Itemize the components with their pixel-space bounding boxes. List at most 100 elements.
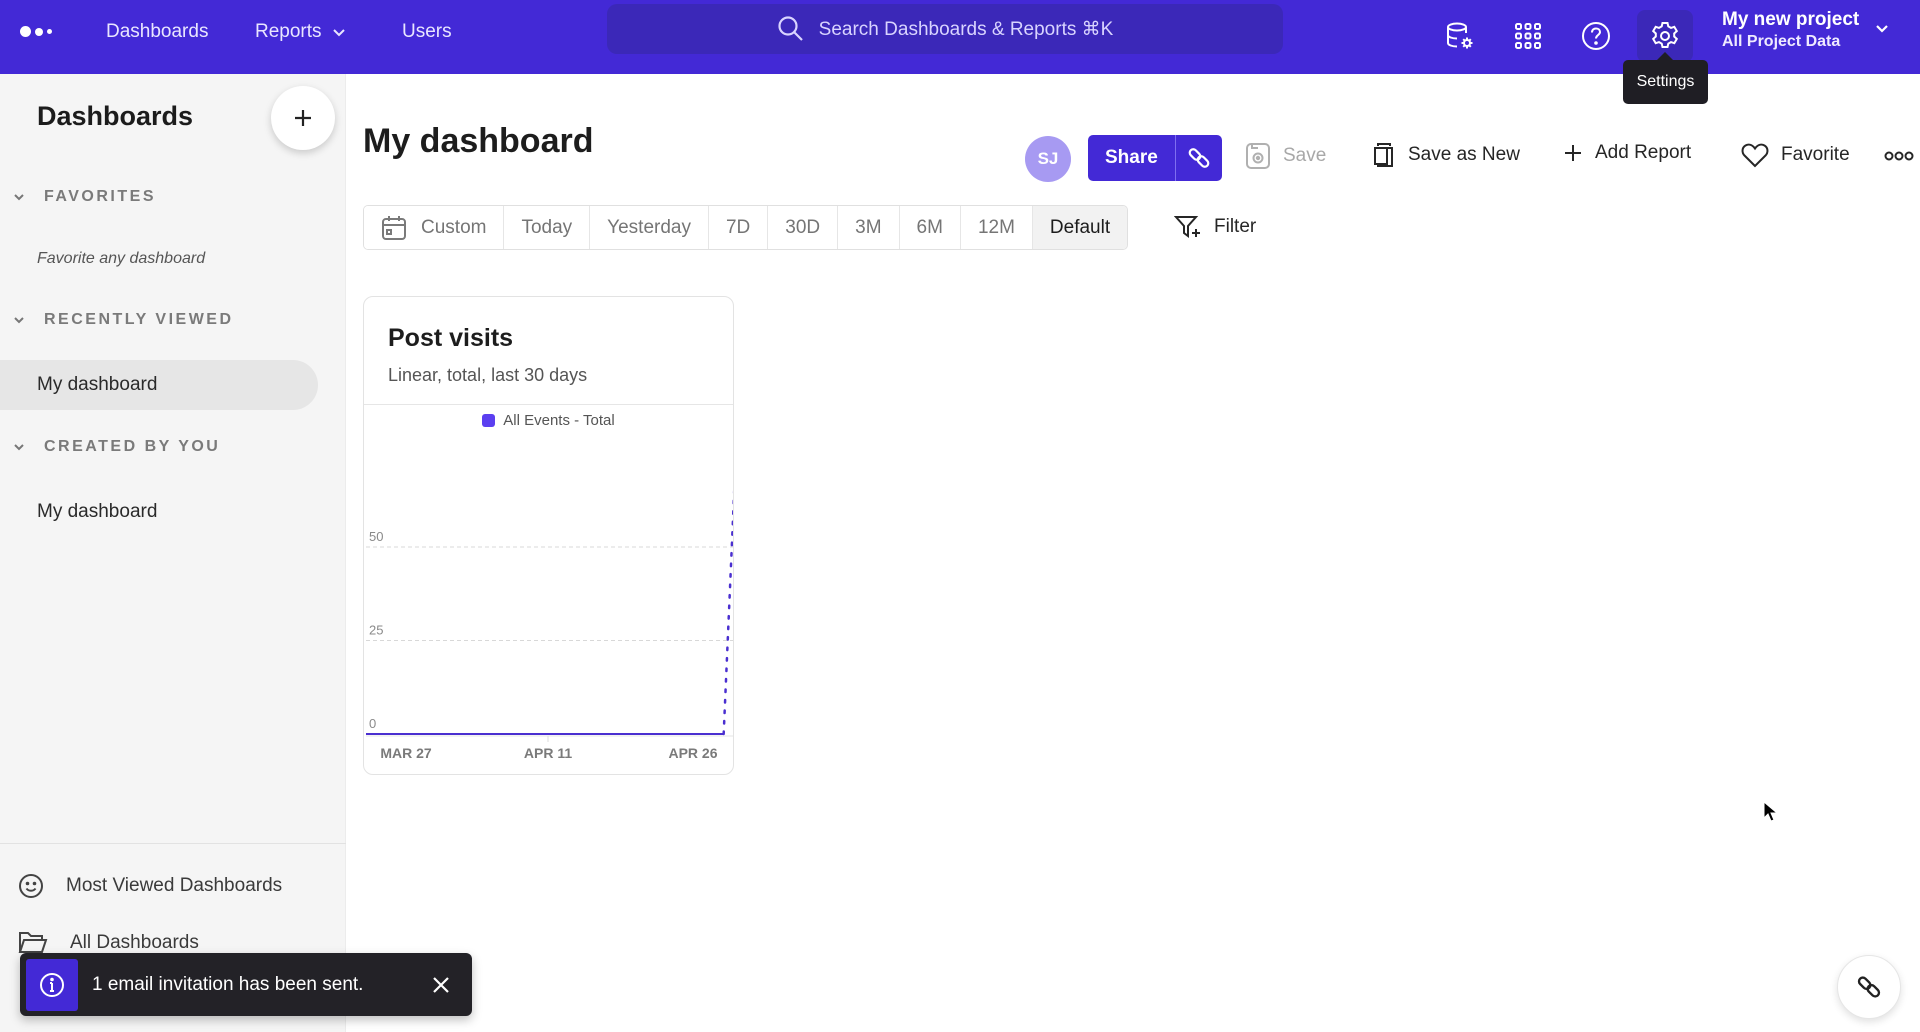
range-12m[interactable]: 12M bbox=[960, 206, 1033, 249]
chevron-down-icon[interactable] bbox=[1874, 22, 1890, 34]
page-title[interactable]: My dashboard bbox=[363, 122, 593, 161]
range-3m[interactable]: 3M bbox=[838, 206, 900, 249]
info-icon bbox=[26, 958, 78, 1011]
favorite-button[interactable]: Favorite bbox=[1741, 142, 1850, 168]
range-7d[interactable]: 7D bbox=[708, 206, 769, 249]
favorite-label: Favorite bbox=[1781, 144, 1850, 165]
smiley-icon bbox=[18, 873, 44, 899]
project-subtitle: All Project Data bbox=[1722, 33, 1841, 50]
share-button[interactable]: Share bbox=[1088, 135, 1175, 181]
save-button[interactable]: Save bbox=[1245, 142, 1326, 170]
save-as-new-label: Save as New bbox=[1408, 144, 1520, 165]
x-tick-label: APR 11 bbox=[524, 745, 572, 761]
toast-notification: 1 email invitation has been sent. bbox=[20, 953, 472, 1016]
search-icon bbox=[777, 15, 805, 43]
y-tick-label: 0 bbox=[369, 716, 376, 731]
date-range-selector: Custom Today Yesterday 7D 30D 3M 6M 12M … bbox=[363, 205, 1129, 250]
copy-icon bbox=[1372, 142, 1396, 168]
project-name: My new project bbox=[1722, 9, 1860, 30]
help-icon[interactable] bbox=[1568, 10, 1624, 62]
nav-reports[interactable]: Reports bbox=[255, 20, 346, 44]
section-label: FAVORITES bbox=[44, 188, 156, 205]
sidebar-item-label: My dashboard bbox=[37, 501, 158, 522]
sidebar-title: Dashboards bbox=[37, 101, 194, 131]
section-favorites[interactable]: FAVORITES bbox=[12, 188, 156, 206]
mouse-cursor bbox=[1763, 801, 1779, 823]
avatar-initials: SJ bbox=[1037, 149, 1059, 168]
section-created-by-you[interactable]: CREATED BY YOU bbox=[12, 438, 220, 456]
chevron-down-icon bbox=[332, 27, 346, 37]
close-icon[interactable] bbox=[432, 976, 450, 994]
link-icon bbox=[1855, 973, 1883, 1001]
filter-add-icon bbox=[1174, 214, 1204, 240]
heart-icon bbox=[1741, 142, 1769, 168]
range-30d[interactable]: 30D bbox=[768, 206, 839, 249]
link-icon bbox=[1186, 145, 1212, 171]
copy-link-button[interactable] bbox=[1174, 135, 1222, 181]
x-tick-label: APR 26 bbox=[668, 745, 717, 761]
apps-grid-icon[interactable] bbox=[1500, 10, 1556, 62]
data-settings-icon[interactable] bbox=[1432, 10, 1488, 62]
nav-reports-label: Reports bbox=[255, 21, 322, 42]
search-input[interactable]: Search Dashboards & Reports ⌘K bbox=[607, 4, 1283, 54]
add-report-label: Add Report bbox=[1595, 142, 1692, 163]
plus-icon bbox=[1563, 143, 1583, 163]
calendar-icon bbox=[381, 215, 407, 241]
sidebar-item-my-dashboard[interactable]: My dashboard bbox=[0, 360, 318, 410]
section-label: CREATED BY YOU bbox=[44, 438, 221, 455]
nav-dashboards-label: Dashboards bbox=[106, 21, 209, 42]
more-horizontal-icon bbox=[1884, 150, 1914, 162]
more-options-button[interactable] bbox=[1884, 150, 1914, 162]
add-report-button[interactable]: Add Report bbox=[1563, 142, 1691, 164]
chevron-down-icon bbox=[12, 192, 26, 202]
chevron-down-icon bbox=[12, 442, 26, 452]
sidebar-item-label: My dashboard bbox=[37, 374, 158, 395]
save-icon bbox=[1245, 142, 1271, 170]
range-label: Yesterday bbox=[607, 216, 691, 238]
share-label: Share bbox=[1105, 147, 1158, 168]
project-switcher[interactable]: My new project All Project Data bbox=[1722, 8, 1859, 52]
floating-link-button[interactable] bbox=[1837, 955, 1901, 1019]
save-label: Save bbox=[1283, 145, 1327, 166]
share-group: Share bbox=[1088, 135, 1222, 181]
x-tick-label: MAR 27 bbox=[380, 745, 432, 761]
chevron-down-icon bbox=[12, 315, 26, 325]
nav-users[interactable]: Users bbox=[402, 20, 452, 44]
sidebar-divider bbox=[0, 843, 346, 844]
settings-tooltip: Settings bbox=[1623, 52, 1708, 104]
favorites-empty-text: Favorite any dashboard bbox=[37, 250, 206, 267]
section-label: RECENTLY VIEWED bbox=[44, 311, 234, 328]
nav-dashboards[interactable]: Dashboards bbox=[106, 20, 208, 44]
range-today[interactable]: Today bbox=[504, 206, 591, 249]
avatar[interactable]: SJ bbox=[1025, 136, 1071, 182]
chart-plot: 0 25 50 MAR 27 APR 11 APR 26 bbox=[366, 490, 733, 761]
filter-button[interactable]: Filter bbox=[1174, 214, 1256, 240]
save-as-new-button[interactable]: Save as New bbox=[1372, 142, 1520, 168]
range-default[interactable]: Default bbox=[1032, 206, 1128, 249]
range-label: 12M bbox=[977, 216, 1015, 238]
range-yesterday[interactable]: Yesterday bbox=[590, 206, 709, 249]
filter-label: Filter bbox=[1214, 216, 1257, 237]
sidebar: Dashboards FAVORITES Favorite any dashbo… bbox=[0, 74, 346, 1032]
logo-icon[interactable] bbox=[20, 26, 52, 37]
range-label: Custom bbox=[421, 216, 487, 238]
y-tick-label: 50 bbox=[369, 529, 383, 544]
plus-icon bbox=[292, 107, 314, 129]
nav-users-label: Users bbox=[402, 21, 452, 42]
sidebar-link-label: All Dashboards bbox=[70, 932, 199, 953]
range-custom[interactable]: Custom bbox=[364, 206, 505, 249]
y-tick-label: 25 bbox=[369, 623, 383, 638]
range-label: 30D bbox=[785, 216, 821, 238]
section-recently-viewed[interactable]: RECENTLY VIEWED bbox=[12, 311, 234, 329]
sidebar-item-my-dashboard[interactable]: My dashboard bbox=[0, 487, 318, 537]
range-label: 6M bbox=[916, 216, 943, 238]
range-label: 3M bbox=[855, 216, 882, 238]
range-label: 7D bbox=[725, 216, 751, 238]
report-card-post-visits[interactable]: Post visits Linear, total, last 30 days … bbox=[363, 296, 734, 775]
sidebar-link-most-viewed[interactable]: Most Viewed Dashboards bbox=[18, 873, 282, 899]
toast-message: 1 email invitation has been sent. bbox=[92, 973, 364, 995]
search-placeholder: Search Dashboards & Reports ⌘K bbox=[818, 18, 1114, 40]
sidebar-link-label: Most Viewed Dashboards bbox=[66, 875, 283, 896]
add-dashboard-button[interactable] bbox=[271, 86, 335, 150]
range-6m[interactable]: 6M bbox=[899, 206, 961, 249]
